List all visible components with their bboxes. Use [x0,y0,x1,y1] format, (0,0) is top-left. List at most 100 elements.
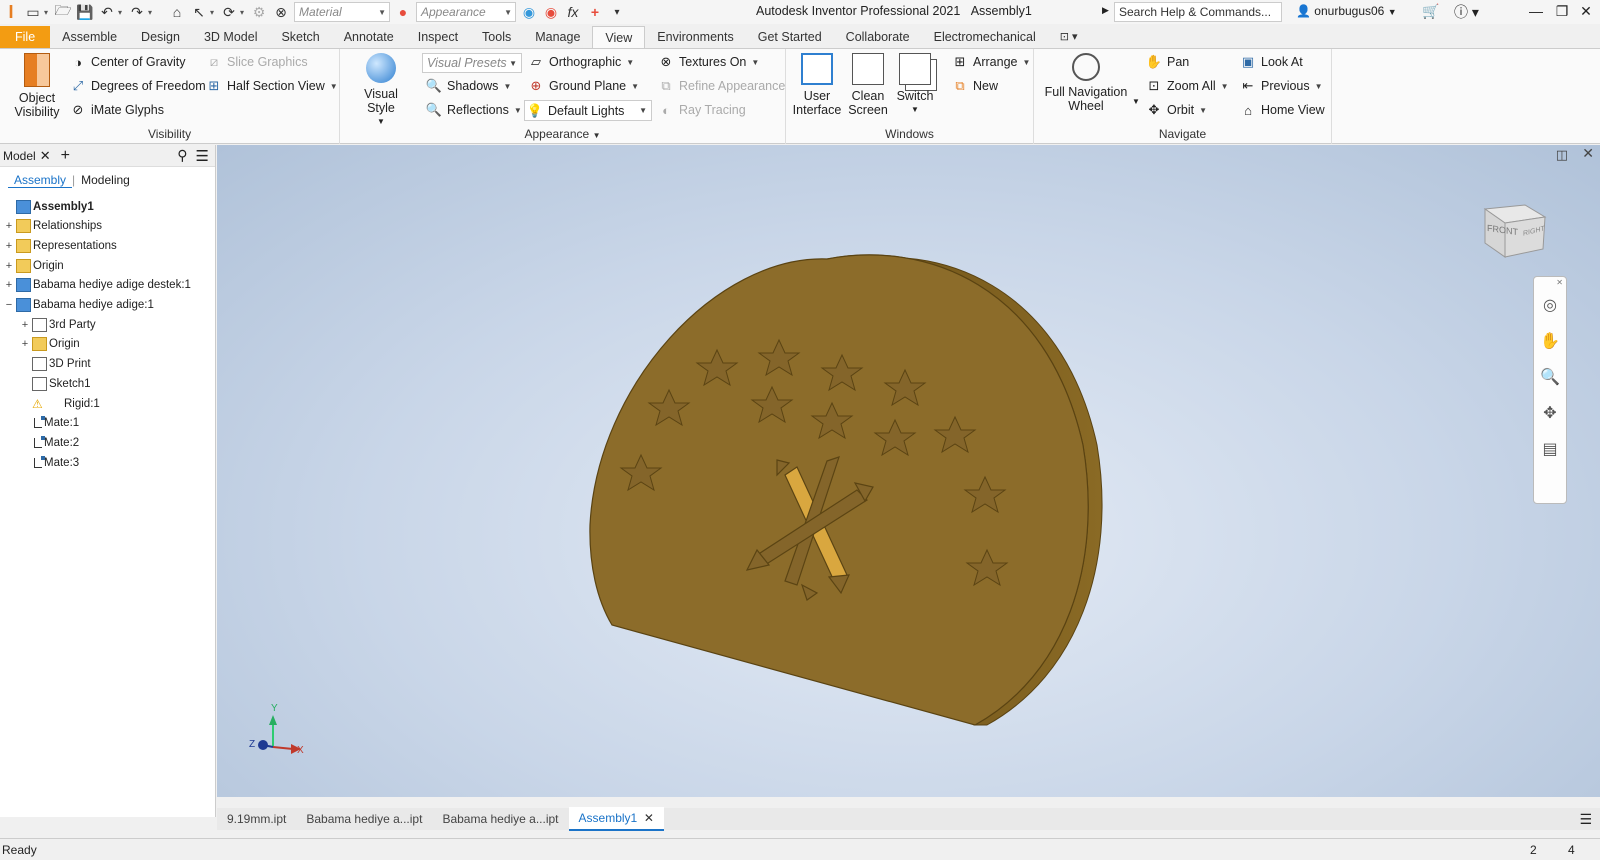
look-at-icon[interactable]: ▤ [1538,437,1562,461]
expand-toggle-icon[interactable]: + [4,240,14,252]
measure-icon[interactable]: ⚙ [248,2,270,22]
user-account[interactable]: 👤 onurbugus06 ▼ [1296,4,1397,18]
switch-button[interactable]: Switch ▼ [892,53,938,117]
tree-node[interactable]: Mate:3 [20,453,79,472]
select-icon[interactable]: ↖ [188,2,210,22]
graphics-viewport[interactable]: ◫ ✕ Y X Z FRONT RIGHT ✕ ◎ ✋ 🔍 ✥ ▤ [217,145,1600,797]
undo-dropdown-icon[interactable]: ▾ [118,8,126,17]
tab-assembly[interactable]: Assembly [8,173,73,188]
material-combo[interactable]: Material ▼ [294,2,390,22]
browser-title[interactable]: Model [0,149,40,163]
tree-node[interactable]: +3rd Party [20,315,96,334]
visual-style-button[interactable]: Visual Style ▼ [350,53,412,129]
tab-modeling[interactable]: Modeling [75,173,136,187]
pan-button[interactable]: ✋ Pan [1146,54,1189,70]
redo-dropdown-icon[interactable]: ▾ [148,8,156,17]
menu-icon[interactable]: ☰ [196,147,209,165]
new-file-icon[interactable]: ▭ [22,2,44,22]
open-folder-icon[interactable]: 🗁 [52,2,74,22]
tab-3d-model[interactable]: 3D Model [192,26,270,48]
expand-toggle-icon[interactable]: + [4,220,14,232]
user-interface-button[interactable]: User Interface [792,53,842,117]
doc-tab[interactable]: Babama hediye a...ipt [296,808,432,830]
zoom-icon[interactable]: 🔍 [1538,365,1562,389]
half-section-view-button[interactable]: ⊞ Half Section View ▼ [206,78,338,94]
tree-node[interactable]: − Babama hediye adige:1 [4,296,154,315]
material-ball-icon[interactable]: ⊗ [270,2,292,22]
undo-icon[interactable]: ↶ [96,2,118,22]
inventor-logo-icon[interactable]: I [0,2,22,22]
ray-tracing-button[interactable]: ◐ Ray Tracing [658,102,746,118]
search-input[interactable]: Search Help & Commands... [1114,2,1282,22]
tree-node[interactable]: + Relationships [4,217,102,236]
degrees-of-freedom-button[interactable]: ⤢ Degrees of Freedom [70,78,206,94]
refine-appearance-button[interactable]: ⧉ Refine Appearance [658,78,785,94]
clean-screen-button[interactable]: Clean Screen [846,53,890,117]
close-icon[interactable]: ✕ [1556,278,1563,287]
adjust-appearance-icon[interactable]: ◉ [518,2,540,22]
full-navigation-wheel-button[interactable]: Full Navigation Wheel [1040,53,1132,113]
tab-design[interactable]: Design [129,26,192,48]
restore-icon[interactable]: ❐ [1550,3,1574,20]
update-dropdown-icon[interactable]: ▾ [240,8,248,17]
visual-presets-combo[interactable]: Visual Presets ▼ [422,53,522,73]
tree-node[interactable]: Mate:2 [20,433,79,452]
tree-node[interactable]: + Representations [4,236,117,255]
parameters-fx-icon[interactable]: fx [562,2,584,22]
orbit-icon[interactable]: ✥ [1538,401,1562,425]
tab-tools[interactable]: Tools [470,26,523,48]
tab-collaborate[interactable]: Collaborate [834,26,922,48]
add-panel-icon[interactable]: + [61,147,70,165]
center-of-gravity-button[interactable]: ◑ Center of Gravity [70,54,185,70]
doc-tab-active[interactable]: Assembly1 ✕ [568,807,664,831]
update-icon[interactable]: ⟳ [218,2,240,22]
previous-view-button[interactable]: ⇤ Previous ▼ [1240,78,1323,94]
hand-icon[interactable]: ✋ [1538,329,1562,353]
help-icon[interactable]: ⓘ ▾ [1454,2,1479,22]
tree-node[interactable]: Sketch1 [20,374,91,393]
tree-node[interactable]: + Origin [4,256,64,275]
tree-node[interactable]: + Babama hediye adige destek:1 [4,276,191,295]
orbit-button[interactable]: ✥ Orbit ▼ [1146,102,1207,118]
close-icon[interactable]: ✕ [40,148,51,164]
doc-tab[interactable]: Babama hediye a...ipt [432,808,568,830]
save-icon[interactable]: 💾 [74,2,96,22]
appearance-sphere-icon[interactable]: ● [392,2,414,22]
customize-dropdown-icon[interactable]: ▾ [606,2,628,22]
tab-view[interactable]: View [592,26,646,48]
expand-toggle-icon[interactable]: − [4,299,14,311]
new-window-button[interactable]: ⧉ New [952,78,998,94]
expand-toggle-icon[interactable]: + [20,338,30,350]
reflections-button[interactable]: 🔍 Reflections ▼ [426,102,522,118]
select-dropdown-icon[interactable]: ▾ [210,8,218,17]
zoom-all-button[interactable]: ⊡ Zoom All ▼ [1146,78,1229,94]
tab-environments[interactable]: Environments [645,26,745,48]
search-icon[interactable]: ⚲ [177,147,187,164]
expand-toggle-icon[interactable]: + [4,279,14,291]
tab-annotate[interactable]: Annotate [332,26,406,48]
ground-plane-button[interactable]: ⊕ Ground Plane ▼ [528,78,640,94]
expand-arrow-icon[interactable]: ▶ [1102,5,1109,16]
imate-glyphs-button[interactable]: ⊘ iMate Glyphs [70,102,164,118]
tab-get-started[interactable]: Get Started [746,26,834,48]
tab-sketch[interactable]: Sketch [269,26,331,48]
viewcube[interactable]: FRONT RIGHT [1479,195,1553,268]
chevron-down-icon[interactable]: ▼ [1132,97,1140,106]
tree-node[interactable]: + Origin [20,335,80,354]
look-at-button[interactable]: ▣ Look At [1240,54,1303,70]
shadows-button[interactable]: 🔍 Shadows ▼ [426,78,511,94]
clear-appearance-icon[interactable]: ◉ [540,2,562,22]
ribbon-options-icon[interactable]: ⊡ ▾ [1048,26,1090,48]
new-dropdown-icon[interactable]: ▾ [44,8,52,17]
tree-node[interactable]: Assembly1 [4,197,94,216]
close-icon[interactable]: ✕ [1574,3,1598,20]
steering-wheel-icon[interactable]: ◎ [1538,293,1562,317]
tree-node[interactable]: ⚠ Rigid:1 [20,394,100,413]
tree-node[interactable]: Mate:1 [20,414,79,433]
appearance-combo[interactable]: Appearance ▼ [416,2,516,22]
doc-tab[interactable]: 9.19mm.ipt [217,808,296,830]
home-icon[interactable]: ⌂ [166,2,188,22]
appearance-panel-label[interactable]: Appearance ▼ [340,127,785,141]
tab-inspect[interactable]: Inspect [406,26,470,48]
lighting-combo[interactable]: 💡 Default Lights ▼ [524,100,652,121]
